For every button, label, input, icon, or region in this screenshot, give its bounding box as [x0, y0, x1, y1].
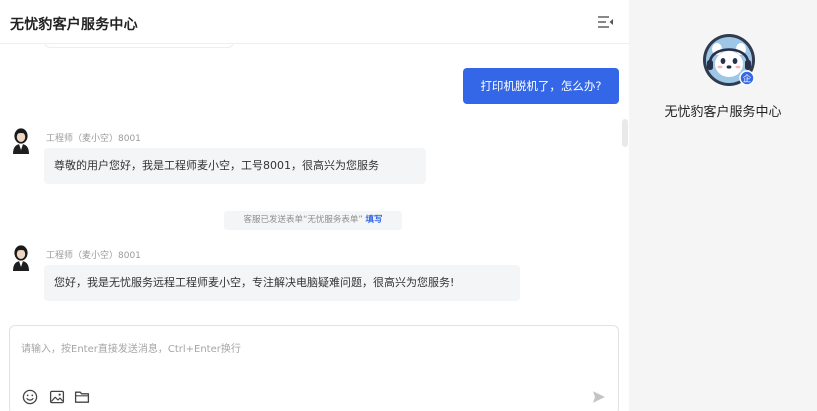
brand-logo: 企 [702, 33, 756, 87]
chat-header: 无忧豹客户服务中心 [0, 0, 629, 44]
system-notice: 客服已发送表单“无忧服务表单” 填写 [224, 211, 402, 230]
send-icon[interactable] [592, 390, 606, 404]
message-list[interactable]: 打印机脱机了，怎么办? 工程师（麦小空）8001 尊敬的用户您好，我是工程师麦小… [0, 44, 629, 324]
agent-message-bubble: 尊敬的用户您好，我是工程师麦小空，工号8001，很高兴为您服务 [44, 148, 426, 184]
folder-icon[interactable] [74, 389, 90, 405]
agent-name: 工程师（麦小空）8001 [46, 134, 141, 144]
message-input[interactable] [10, 326, 618, 372]
agent-avatar [10, 126, 32, 154]
message-composer [9, 325, 619, 411]
agent-message-bubble: 您好，我是无忧服务远程工程师麦小空，专注解决电脑疑难问题，很高兴为您服务! [44, 265, 520, 301]
scrollbar-thumb[interactable] [622, 119, 628, 147]
agent-name: 工程师（麦小空）8001 [46, 251, 141, 261]
system-notice-text: 客服已发送表单“无忧服务表单” [243, 215, 363, 225]
fill-form-link[interactable]: 填写 [366, 215, 383, 225]
chat-panel: 无忧豹客户服务中心 打印机脱机了，怎么办? 工程师（麦小空）8001 尊敬的用户… [0, 0, 629, 411]
enterprise-badge-text: 企 [743, 74, 752, 85]
menu-collapse-icon[interactable] [597, 14, 615, 30]
agent-avatar [10, 243, 32, 271]
user-message-bubble: 打印机脱机了，怎么办? [463, 68, 619, 104]
side-panel: 企 无忧豹客户服务中心 [629, 0, 817, 411]
previous-message-bubble [44, 44, 234, 48]
brand-name: 无忧豹客户服务中心 [664, 105, 782, 120]
image-icon[interactable] [49, 389, 65, 405]
chat-window: 无忧豹客户服务中心 打印机脱机了，怎么办? 工程师（麦小空）8001 尊敬的用户… [0, 0, 817, 411]
page-title: 无忧豹客户服务中心 [10, 17, 138, 33]
emoji-icon[interactable] [22, 389, 38, 405]
